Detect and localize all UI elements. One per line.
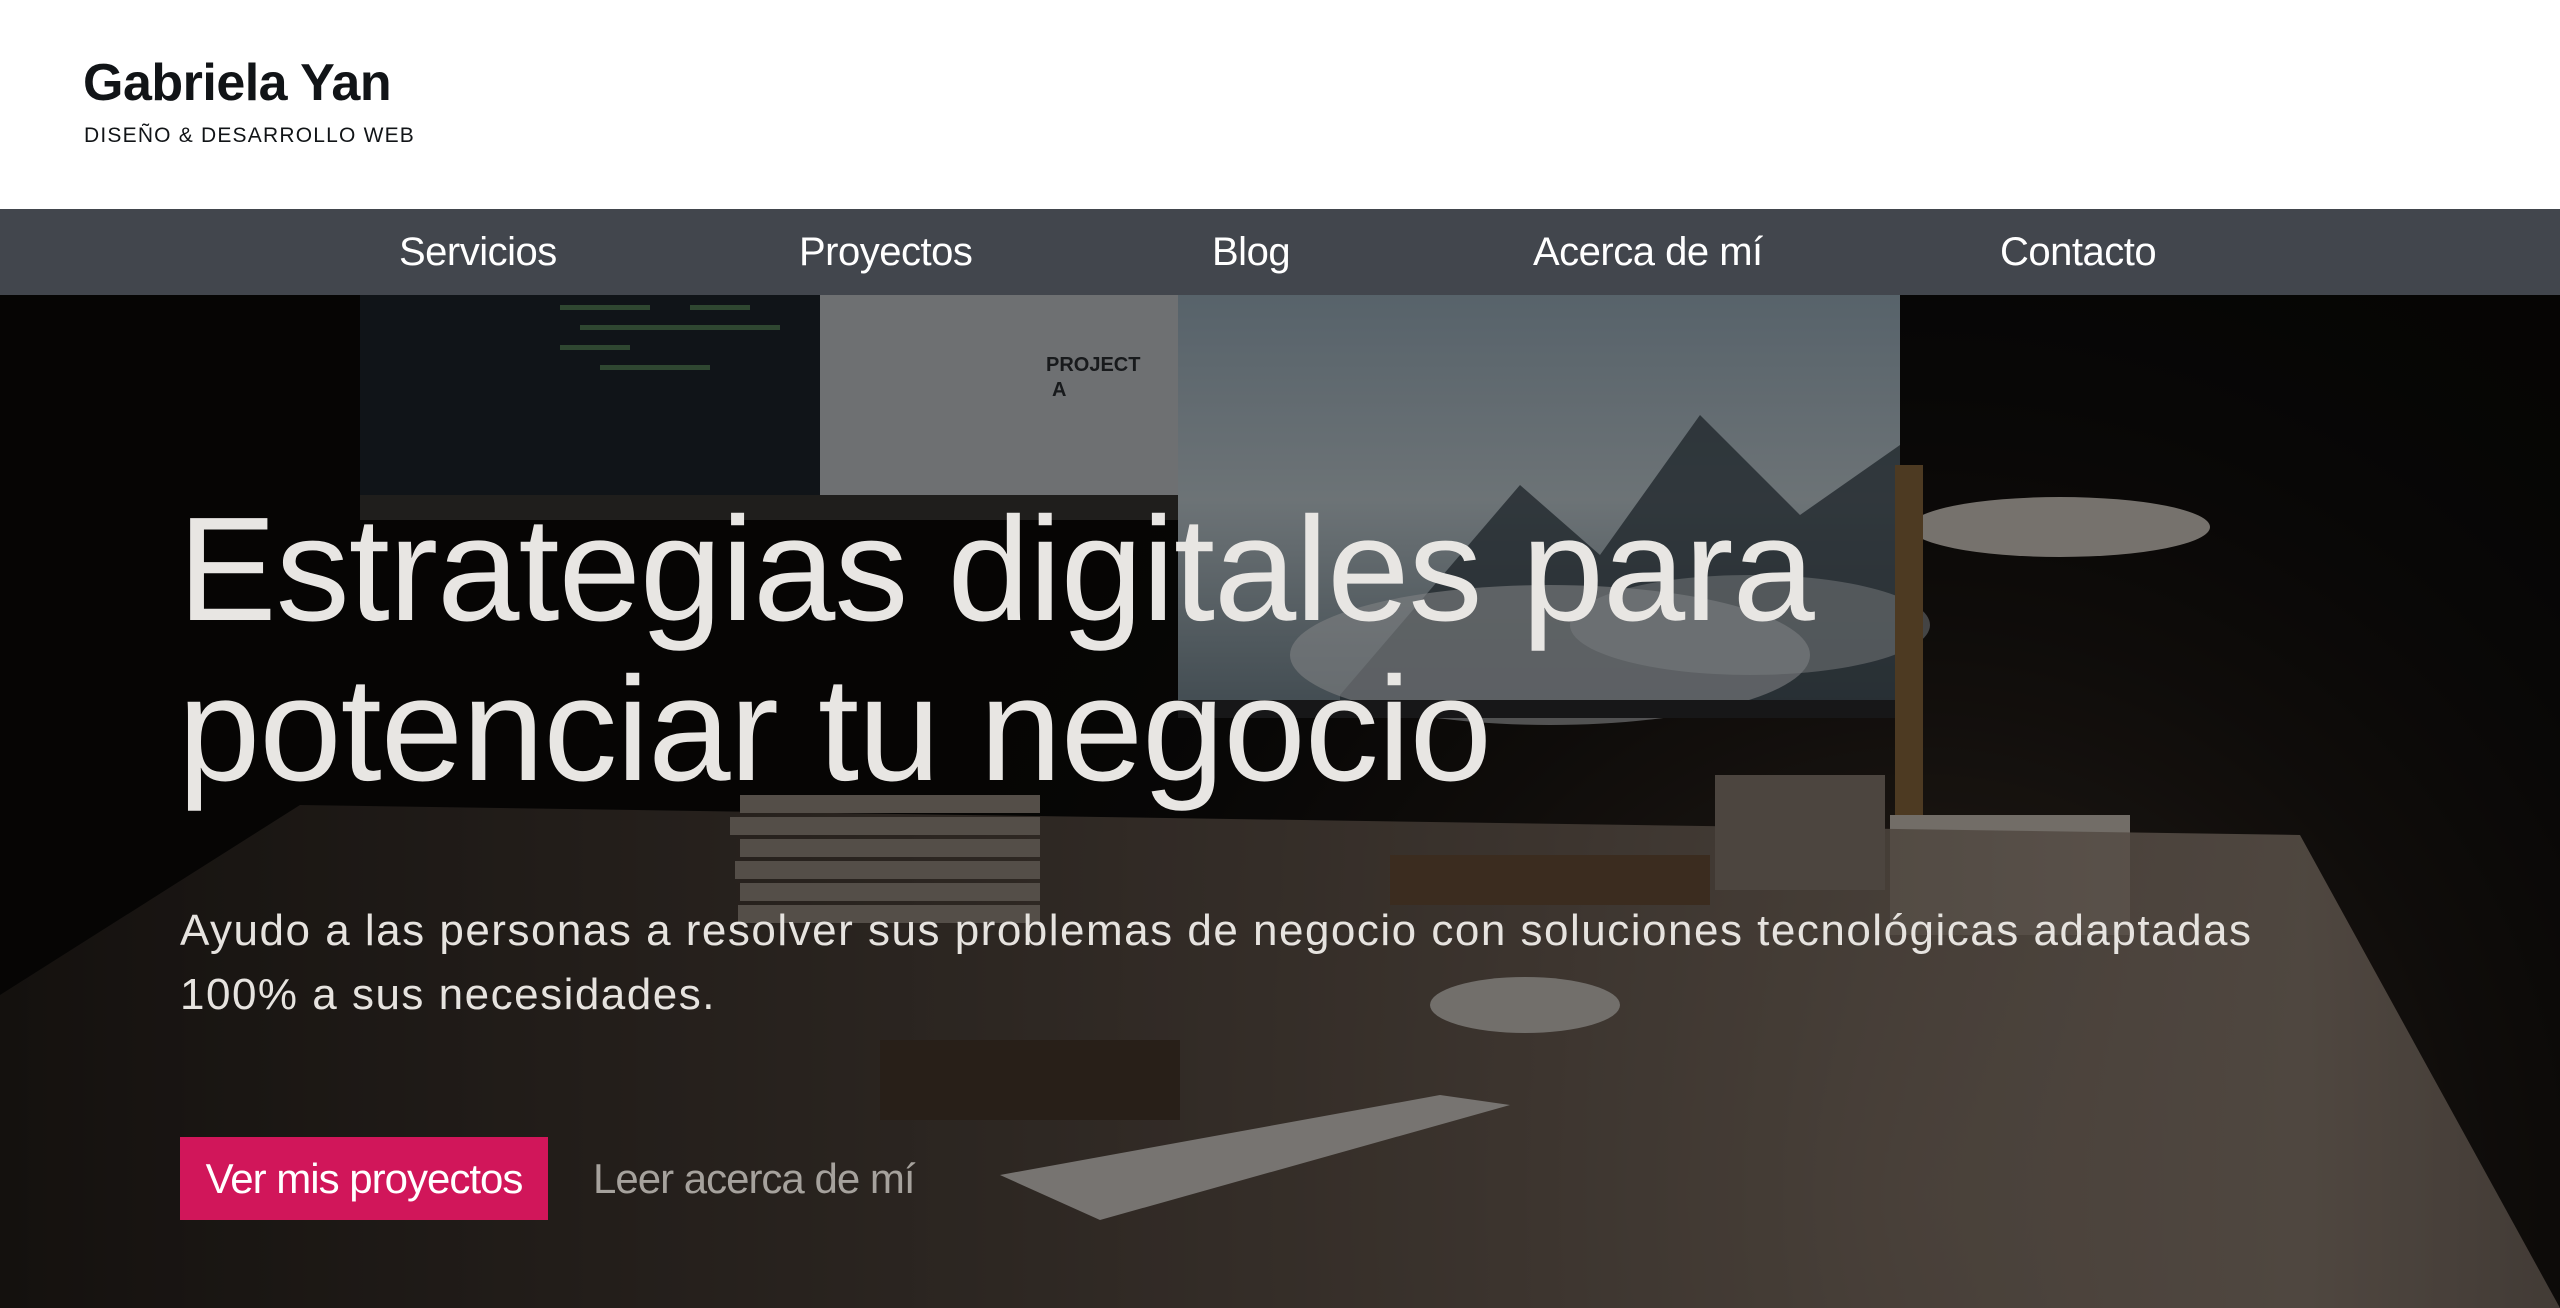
site-tagline: DISEÑO & DESARROLLO WEB — [84, 124, 416, 147]
nav-item-servicios[interactable]: Servicios — [399, 209, 557, 295]
main-navigation: Servicios Proyectos Blog Acerca de mí Co… — [0, 209, 2560, 295]
nav-item-blog[interactable]: Blog — [1212, 209, 1291, 295]
read-about-link[interactable]: Leer acerca de mí — [593, 1137, 916, 1220]
nav-item-proyectos[interactable]: Proyectos — [799, 209, 973, 295]
site-header: Gabriela Yan DISEÑO & DESARROLLO WEB — [0, 0, 2560, 209]
hero-section: PROJECT A Estrategias digitales para pot… — [0, 295, 2560, 1308]
view-projects-button[interactable]: Ver mis proyectos — [180, 1137, 548, 1220]
hero-title-line-1: Estrategias digitales para — [178, 487, 1815, 652]
hero-title-line-2: potenciar tu negocio — [178, 647, 1492, 812]
hero-title: Estrategias digitales para potenciar tu … — [178, 490, 2178, 810]
hero-subtitle-line-1: Ayudo a las personas a resolver sus prob… — [180, 906, 2253, 955]
hero-subtitle: Ayudo a las personas a resolver sus prob… — [180, 899, 2380, 1027]
nav-item-acerca[interactable]: Acerca de mí — [1533, 209, 1763, 295]
nav-item-contacto[interactable]: Contacto — [2000, 209, 2157, 295]
hero-subtitle-line-2: 100% a sus necesidades. — [180, 970, 716, 1019]
site-title[interactable]: Gabriela Yan — [83, 52, 392, 114]
